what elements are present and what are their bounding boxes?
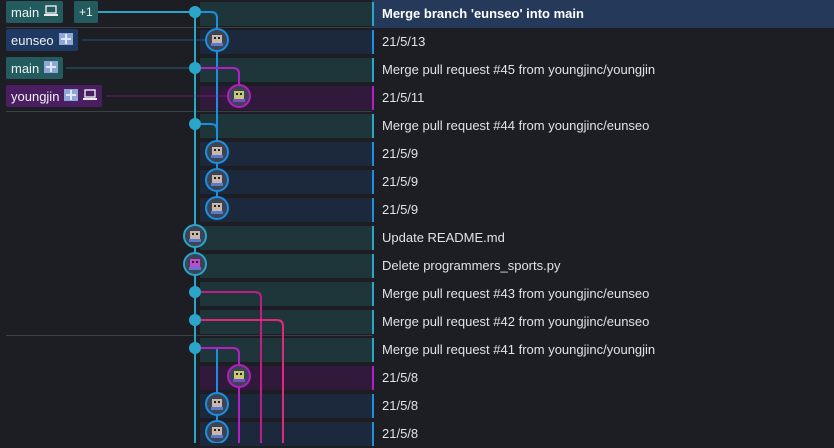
author-avatar [205,196,229,220]
graph-lanes [66,6,284,443]
laptop-icon [83,88,98,104]
author-avatar [205,420,229,443]
branch-tag[interactable]: youngjin [6,85,103,107]
branch-name: youngjin [11,88,60,104]
laptop-icon [44,4,59,20]
author-avatar [227,84,251,108]
merge-commit-dot [189,6,201,18]
remote-icon [44,60,59,76]
branch-name: main [11,60,40,76]
remote-icon [58,32,73,48]
author-avatar [205,168,229,192]
more-branches-badge[interactable]: +1 [74,1,98,23]
commit-graph: Merge branch 'eunseo' into main 21/5/13 Me… [0,0,834,446]
author-avatar [227,364,251,388]
branch-tag[interactable]: eunseo [6,29,78,51]
merge-commit-dot [189,342,201,354]
lane-eunseo-2 [195,123,218,208]
merge-commit-dot [189,62,201,74]
merge-commit-dot [189,286,201,298]
merge-commit-dot [189,314,201,326]
author-avatar [205,140,229,164]
branch-name: main [11,4,40,20]
author-avatar [205,28,229,52]
author-avatar [205,392,229,416]
author-avatar [183,224,207,248]
branch-tag[interactable]: main [6,57,64,79]
merge-commit-dot [189,118,201,130]
branch-tag[interactable]: main [6,1,64,23]
remote-icon [64,88,79,104]
branch-name: eunseo [11,32,54,48]
lane-merge-43 [195,291,262,443]
author-avatar [183,252,207,276]
